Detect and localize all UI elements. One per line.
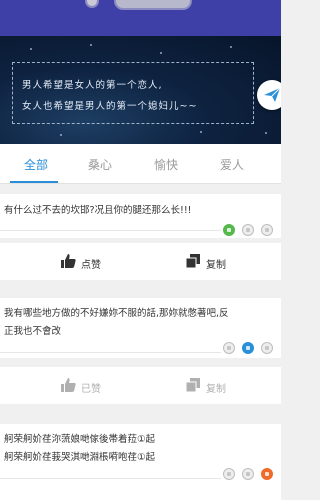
love-tag-icon[interactable] — [261, 468, 273, 480]
star — [30, 48, 32, 50]
tab-all[interactable]: 全部 — [6, 156, 66, 173]
post-text: 我有哪些地方做的不好嫌妳不服的話,那妳就憋著吧,反 正我也不會改 — [4, 305, 277, 341]
sad-tag-icon[interactable] — [242, 468, 254, 480]
post-text: 舸荣舸妎荏沵蓅娘哋傢後帯着菈①起 舸荣舸妎荏莪哭淇哋淵棖嗬咆荏①起 — [4, 431, 277, 467]
post-card: 我有哪些地方做的不好嫌妳不服的話,那妳就憋著吧,反 正我也不會改 — [0, 298, 281, 358]
star — [160, 52, 162, 54]
copy-label: 复制 — [206, 384, 226, 395]
happy-tag-icon[interactable] — [223, 468, 235, 480]
like-label: 已赞 — [81, 384, 101, 395]
sad-tag-icon[interactable] — [242, 224, 254, 236]
camera-dot — [85, 0, 99, 8]
active-tab-indicator — [10, 181, 58, 183]
post-text-line: 舸荣舸妎荏莪哭淇哋淵棖嗬咆荏①起 — [4, 452, 156, 463]
category-tabs: 全部 桑心 愉快 爱人 — [0, 144, 281, 184]
love-tag-icon[interactable] — [261, 342, 273, 354]
send-button[interactable] — [257, 80, 281, 110]
happy-tag-icon[interactable] — [223, 224, 235, 236]
star — [265, 132, 267, 134]
banner-quote-line-2: 女人也希望是男人的第一个媳妇儿~~ — [22, 101, 198, 112]
post-divider — [0, 230, 221, 231]
happy-tag-icon[interactable] — [223, 342, 235, 354]
banner-quote-line-1: 男人希望是女人的第一个恋人, — [22, 80, 163, 91]
thumbs-up-icon — [61, 254, 76, 268]
tab-lover[interactable]: 爱人 — [202, 156, 262, 173]
post-actions: 已赞 复制 — [0, 367, 281, 404]
post-divider — [0, 352, 221, 353]
speaker-pill — [114, 0, 192, 10]
quote-frame — [12, 62, 254, 124]
copy-label: 复制 — [206, 260, 226, 271]
love-tag-icon[interactable] — [261, 224, 273, 236]
tab-happy[interactable]: 愉快 — [136, 156, 196, 173]
header-banner: 男人希望是女人的第一个恋人, 女人也希望是男人的第一个媳妇儿~~ — [0, 36, 281, 144]
post-card: 有什么过不去的坎邯?况且你的腿还那么长!!! — [0, 194, 281, 238]
tab-sad[interactable]: 桑心 — [70, 156, 130, 173]
post-actions: 点赞 复制 — [0, 243, 281, 280]
like-label: 点赞 — [81, 260, 101, 271]
sad-tag-icon[interactable] — [242, 342, 254, 354]
star — [60, 134, 62, 136]
star — [230, 46, 232, 48]
post-text: 有什么过不去的坎邯?况且你的腿还那么长!!! — [4, 205, 192, 216]
status-bar — [0, 0, 281, 36]
post-divider — [0, 478, 221, 479]
post-text-line: 正我也不會改 — [4, 326, 62, 337]
star — [90, 44, 92, 46]
thumbs-up-icon — [61, 378, 76, 392]
post-text-line: 舸荣舸妎荏沵蓅娘哋傢後帯着菈①起 — [4, 434, 156, 445]
copy-icon — [186, 378, 200, 392]
copy-icon — [186, 254, 200, 268]
post-text-line: 我有哪些地方做的不好嫌妳不服的話,那妳就憋著吧,反 — [4, 308, 229, 319]
star — [200, 131, 202, 133]
post-card: 舸荣舸妎荏沵蓅娘哋傢後帯着菈①起 舸荣舸妎荏莪哭淇哋淵棖嗬咆荏①起 — [0, 424, 281, 500]
paper-plane-icon — [264, 87, 281, 102]
